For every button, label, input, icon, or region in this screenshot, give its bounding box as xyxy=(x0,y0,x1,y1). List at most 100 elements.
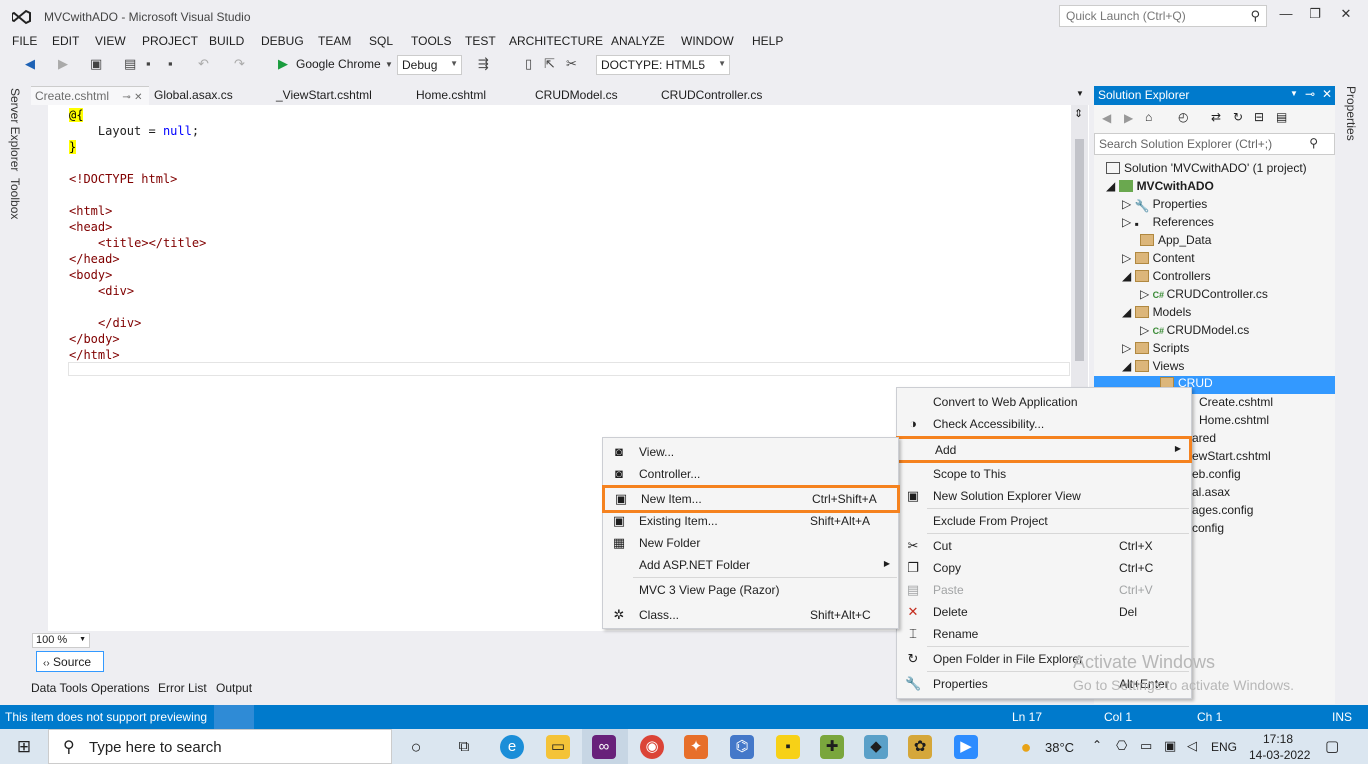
menu-add[interactable]: Add ▶ xyxy=(896,436,1192,463)
tree-properties[interactable]: ▷ 🔧 Properties xyxy=(1122,197,1207,215)
tree-references[interactable]: ▷ ▪ References xyxy=(1122,215,1214,233)
menu-sql[interactable]: SQL xyxy=(369,34,393,48)
sticky-notes-icon[interactable]: ▪ xyxy=(776,735,800,759)
properties-icon[interactable]: ▤ xyxy=(1276,110,1287,124)
windows-start-icon[interactable]: ⊞ xyxy=(12,735,36,759)
tree-create-cshtml[interactable]: Create.cshtml xyxy=(1199,395,1273,413)
tab-error-list[interactable]: Error List xyxy=(158,681,207,695)
submenu-existing-item[interactable]: ▣ Existing Item... Shift+Alt+A xyxy=(603,510,898,532)
forward-icon[interactable]: ▶ xyxy=(1124,111,1133,125)
tab-output[interactable]: Output xyxy=(216,681,252,695)
split-icon[interactable]: ⇕ xyxy=(1074,107,1083,120)
tree-shared[interactable]: ared xyxy=(1192,431,1216,449)
submenu-new-item[interactable]: ▣ New Item... Ctrl+Shift+A xyxy=(602,485,900,513)
taskbar-search-box[interactable]: ⚲ Type here to search xyxy=(48,729,392,764)
history-icon[interactable]: ◴ xyxy=(1178,110,1188,124)
tree-controllers[interactable]: ◢ Controllers xyxy=(1122,269,1211,287)
clock-date[interactable]: 14-03-2022 xyxy=(1249,748,1310,762)
bookmark-icon[interactable]: ⇱ xyxy=(544,56,555,72)
submenu-aspnet-folder[interactable]: Add ASP.NET Folder ▶ xyxy=(603,554,898,576)
menu-team[interactable]: TEAM xyxy=(318,34,351,48)
tree-models[interactable]: ◢ Models xyxy=(1122,305,1191,323)
python-icon[interactable]: ⌬ xyxy=(730,735,754,759)
menu-help[interactable]: HELP xyxy=(752,34,783,48)
submenu-view[interactable]: ◙ View... xyxy=(603,441,898,463)
back-icon[interactable]: ◀ xyxy=(1102,111,1111,125)
close-icon[interactable]: ✕ xyxy=(134,92,142,103)
menu-window[interactable]: WINDOW xyxy=(681,34,734,48)
clock-time[interactable]: 17:18 xyxy=(1263,732,1293,746)
menu-delete[interactable]: ✕ Delete Del xyxy=(897,601,1191,623)
tab-crudmodel[interactable]: CRUDModel.cs xyxy=(531,86,622,105)
dropdown-icon[interactable]: ▼ xyxy=(1290,89,1298,98)
chrome-icon[interactable]: ◉ xyxy=(640,735,664,759)
menu-rename[interactable]: ⌶ Rename xyxy=(897,623,1191,645)
save-icon[interactable]: ▪ xyxy=(146,56,151,71)
play-icon[interactable]: ▶ xyxy=(278,56,288,72)
menu-copy[interactable]: ❐ Copy Ctrl+C xyxy=(897,557,1191,579)
back-icon[interactable]: ◀ xyxy=(25,56,35,72)
minimize-button[interactable]: — xyxy=(1276,6,1296,24)
file-explorer-icon[interactable]: ▭ xyxy=(546,735,570,759)
menu-build[interactable]: BUILD xyxy=(209,34,244,48)
menu-paste[interactable]: ▤ Paste Ctrl+V xyxy=(897,579,1191,601)
visual-studio-taskbar-icon[interactable]: ∞ xyxy=(592,735,616,759)
new-project-icon[interactable]: ▣ xyxy=(90,56,102,72)
tab-viewstart[interactable]: _ViewStart.cshtml xyxy=(272,86,376,105)
close-icon[interactable]: ✕ xyxy=(1322,87,1332,101)
tree-viewstart[interactable]: ewStart.cshtml xyxy=(1192,449,1271,467)
doctype-select[interactable]: DOCTYPE: HTML5 ▼ xyxy=(596,55,730,75)
tree-app-data[interactable]: App_Data xyxy=(1140,233,1211,251)
menu-view[interactable]: VIEW xyxy=(95,34,126,48)
chevron-down-icon[interactable]: ▼ xyxy=(385,60,393,69)
weather-temperature[interactable]: 38°C xyxy=(1045,740,1074,755)
task-view-icon[interactable]: ⧉ xyxy=(452,735,476,759)
submenu-mvc-view-page[interactable]: MVC 3 View Page (Razor) xyxy=(603,579,898,601)
menu-check-accessibility[interactable]: ◑ Check Accessibility... xyxy=(897,413,1191,435)
sync-icon[interactable]: ⇄ xyxy=(1211,110,1221,124)
menu-scope-to-this[interactable]: Scope to This xyxy=(897,463,1191,485)
validate-icon[interactable]: ✂ xyxy=(566,56,577,72)
attach-icon[interactable]: ⇶ xyxy=(478,56,489,72)
menu-project[interactable]: PROJECT xyxy=(142,34,198,48)
paint-icon[interactable]: ✿ xyxy=(908,735,932,759)
app-icon-orange[interactable]: ✦ xyxy=(684,735,708,759)
close-button[interactable]: ✕ xyxy=(1336,6,1356,24)
source-view-button[interactable]: ‹› Source xyxy=(36,651,104,672)
tree-project[interactable]: ◢ MVCwithADO xyxy=(1106,179,1214,197)
menu-debug[interactable]: DEBUG xyxy=(261,34,304,48)
menu-analyze[interactable]: ANALYZE xyxy=(611,34,665,48)
tree-views[interactable]: ◢ Views xyxy=(1122,359,1184,377)
server-explorer-tab[interactable]: Server Explorer xyxy=(8,88,22,171)
tree-solution[interactable]: Solution 'MVCwithADO' (1 project) xyxy=(1106,161,1307,179)
network-icon[interactable]: ⎔ xyxy=(1116,738,1127,754)
menu-file[interactable]: FILE xyxy=(12,34,37,48)
tab-global-asax[interactable]: Global.asax.cs xyxy=(150,86,237,105)
submenu-controller[interactable]: ◙ Controller... xyxy=(603,463,898,485)
open-file-icon[interactable]: ▤ xyxy=(124,56,136,72)
submenu-class[interactable]: ✲ Class... Shift+Alt+C xyxy=(603,604,898,626)
config-select[interactable]: Debug ▼ xyxy=(397,55,462,75)
battery-icon[interactable]: ▭ xyxy=(1140,738,1152,754)
menu-architecture[interactable]: ARCHITECTURE xyxy=(509,34,603,48)
tree-content[interactable]: ▷ Content xyxy=(1122,251,1195,269)
cortana-icon[interactable]: ○ xyxy=(404,735,428,759)
tab-create-cshtml[interactable]: Create.cshtml ⊸ ✕ xyxy=(31,86,149,105)
collapse-icon[interactable]: ⊟ xyxy=(1254,110,1264,124)
zoom-select[interactable]: 100 % ▼ xyxy=(32,633,90,648)
redo-icon[interactable]: ↷ xyxy=(234,56,245,72)
tree-crudcontroller[interactable]: ▷ C# CRUDController.cs xyxy=(1140,287,1268,305)
properties-tab[interactable]: Properties xyxy=(1344,86,1358,141)
volume-icon[interactable]: ◁ xyxy=(1187,738,1197,754)
save-all-icon[interactable]: ▪ xyxy=(168,56,173,71)
notification-icon[interactable]: ▢ xyxy=(1325,737,1339,755)
language-indicator[interactable]: ENG xyxy=(1211,740,1237,754)
scrollbar-thumb[interactable] xyxy=(1075,139,1084,361)
toolbox-tab[interactable]: Toolbox xyxy=(8,178,22,219)
menu-new-solution-view[interactable]: ▣ New Solution Explorer View xyxy=(897,485,1191,507)
tree-packages-config[interactable]: ages.config xyxy=(1192,503,1253,521)
run-target-button[interactable]: Google Chrome xyxy=(296,57,381,71)
menu-convert-web-app[interactable]: Convert to Web Application xyxy=(897,391,1191,413)
quick-launch-input[interactable]: Quick Launch (Ctrl+Q) ⚲ xyxy=(1059,5,1267,27)
tree-web-config-2[interactable]: config xyxy=(1192,521,1224,539)
